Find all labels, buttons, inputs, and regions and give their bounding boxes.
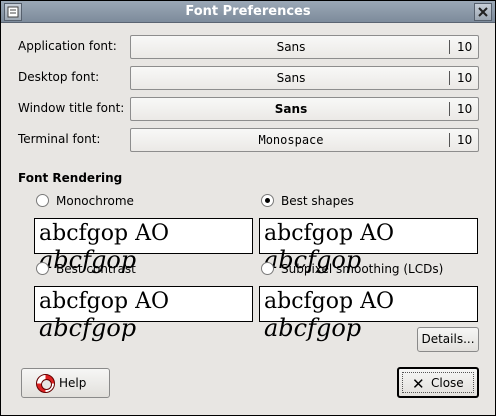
close-label: Close [431,376,464,390]
terminal-font-label: Terminal font: [18,132,101,146]
monochrome-label: Monochrome [56,194,134,208]
monochrome-radio[interactable]: Monochrome [34,193,134,209]
subpixel-smoothing-sample: abcfgop AO abcfgop [259,286,478,342]
help-button[interactable]: Help [21,368,110,398]
radio-indicator [261,194,274,207]
close-window-icon[interactable] [474,3,492,21]
best-shapes-label: Best shapes [281,194,354,208]
sample-text-plain: abcfgop AO [39,289,169,314]
lifebuoy-icon [36,374,55,393]
subpixel-smoothing-radio[interactable]: Subpixel smoothing (LCDs) [259,261,443,277]
desktop-font-size: 10 [457,71,473,85]
close-x-icon: ✕ [412,375,425,393]
separator [449,71,450,85]
separator [449,102,450,116]
best-shapes-sample: abcfgop AO abcfgop [259,218,478,274]
monochrome-sample: abcfgop AO abcfgop [34,218,253,274]
radio-indicator [36,194,49,207]
sample-text-plain: abcfgop AO [264,221,394,246]
application-font-size: 10 [457,40,473,54]
window-title: Font Preferences [185,4,311,19]
best-contrast-sample: abcfgop AO abcfgop [34,286,253,342]
window-title-font-button[interactable]: Sans 10 [130,97,479,121]
application-font-name: Sans [276,40,306,54]
best-contrast-label: Best contrast [56,262,136,276]
desktop-font-name: Sans [276,71,306,85]
sample-text-italic: abcfgop [264,314,362,342]
application-font-button[interactable]: Sans 10 [130,35,479,59]
desktop-font-button[interactable]: Sans 10 [130,66,479,90]
dialog-content: Application font: Sans 10 Desktop font: … [1,24,495,415]
subpixel-smoothing-label: Subpixel smoothing (LCDs) [281,262,444,276]
window-title-font-name: Sans [274,102,308,116]
title-bar[interactable]: Font Preferences [1,1,495,23]
radio-indicator [261,262,274,275]
sample-text-plain: abcfgop AO [264,289,394,314]
help-label: Help [59,376,87,390]
sample-text-italic: abcfgop [39,314,137,342]
best-shapes-radio[interactable]: Best shapes [259,193,354,209]
best-contrast-radio[interactable]: Best contrast [34,261,136,277]
window-title-font-label: Window title font: [18,101,125,115]
window-title-font-size: 10 [457,102,473,116]
font-preferences-window: Font Preferences Application font: Sans … [0,0,496,416]
terminal-font-name: Monospace [258,133,324,147]
sample-text-plain: abcfgop AO [39,221,169,246]
terminal-font-button[interactable]: Monospace 10 [130,128,479,152]
application-font-label: Application font: [18,39,117,53]
radio-indicator [36,262,49,275]
terminal-font-size: 10 [457,133,473,147]
close-button[interactable]: ✕ Close [397,367,479,398]
separator [449,133,450,147]
details-button[interactable]: Details... [417,327,479,352]
separator [449,40,450,54]
desktop-font-label: Desktop font: [18,70,100,84]
font-rendering-heading: Font Rendering [18,171,123,185]
